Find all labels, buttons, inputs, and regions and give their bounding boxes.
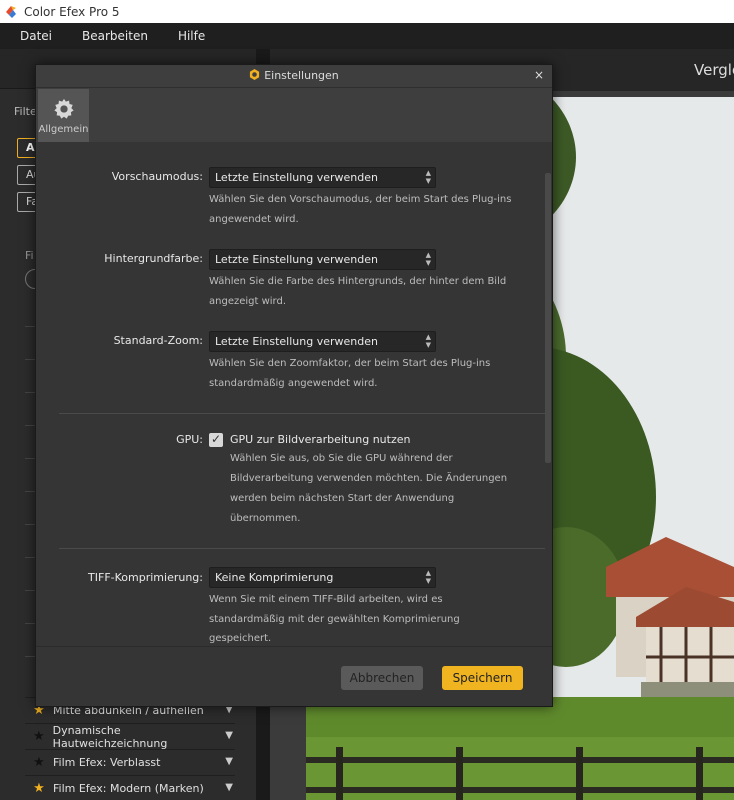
list-item[interactable]: ★ Film Efex: Verblasst ▼ <box>25 749 235 775</box>
select-arrows-icon: ▲ ▼ <box>425 251 431 267</box>
dialog-titlebar[interactable]: Einstellungen × <box>36 65 552 87</box>
app-logo-icon <box>6 5 16 18</box>
dialog-title: Einstellungen <box>36 69 552 82</box>
preview-mode-value: Letzte Einstellung verwenden <box>215 171 378 184</box>
default-zoom-value: Letzte Einstellung verwenden <box>215 335 378 348</box>
default-zoom-select[interactable]: Letzte Einstellung verwenden ▲ ▼ <box>209 331 436 352</box>
menu-hilfe[interactable]: Hilfe <box>178 29 205 43</box>
select-arrows-icon: ▲ ▼ <box>425 333 431 349</box>
filter-list: ★ Mitte abdunkeln / aufhellen ▼ ★ Dynami… <box>25 697 235 800</box>
gpu-description-line2: Bildverarbeitung verwenden möchten. Die … <box>230 473 508 484</box>
default-zoom-label: Standard-Zoom: <box>113 334 203 347</box>
dialog-title-text: Einstellungen <box>264 69 339 82</box>
chevron-down-icon[interactable]: ▼ <box>225 730 233 741</box>
filter-label: Filte <box>14 105 37 118</box>
menu-bearbeiten[interactable]: Bearbeiten <box>82 29 148 43</box>
divider <box>59 548 545 549</box>
tiff-description-line1: Wenn Sie mit einem TIFF-Bild arbeiten, w… <box>209 594 443 605</box>
star-icon[interactable]: ★ <box>31 755 47 770</box>
list-item[interactable]: ★ Film Efex: Modern (Marken) ▼ <box>25 775 235 800</box>
tiff-compression-select[interactable]: Keine Komprimierung ▲ ▼ <box>209 567 436 588</box>
tab-general[interactable]: Allgemein <box>38 89 89 142</box>
settings-content: Vorschaumodus: Letzte Einstellung verwen… <box>53 143 553 647</box>
window-title: Color Efex Pro 5 <box>24 4 120 19</box>
gpu-checkbox[interactable]: ✓ <box>209 432 223 447</box>
star-icon[interactable]: ★ <box>31 729 47 744</box>
gpu-description-line4: übernommen. <box>230 513 301 524</box>
preview-mode-select[interactable]: Letzte Einstellung verwenden ▲ ▼ <box>209 167 436 188</box>
os-titlebar: Color Efex Pro 5 <box>0 0 734 23</box>
preview-mode-description-line1: Wählen Sie den Vorschaumodus, der beim S… <box>209 194 512 205</box>
background-color-value: Letzte Einstellung verwenden <box>215 253 378 266</box>
default-zoom-description-line1: Wählen Sie den Zoomfaktor, der beim Star… <box>209 358 491 369</box>
compare-label[interactable]: Vergle <box>694 61 734 79</box>
select-arrows-icon: ▲ ▼ <box>425 169 431 185</box>
chevron-down-icon[interactable]: ▼ <box>225 756 233 767</box>
checkmark-icon: ✓ <box>211 432 222 446</box>
divider <box>59 413 545 414</box>
preview-mode-label: Vorschaumodus: <box>111 170 203 183</box>
cancel-button[interactable]: Abbrechen <box>341 666 423 690</box>
filter-list-label: Fi <box>25 249 34 262</box>
settings-dialog: Einstellungen × Allgemein Vorschaumodus:… <box>35 64 553 707</box>
filter-name: Film Efex: Modern (Marken) <box>53 782 204 795</box>
chevron-down-icon[interactable]: ▼ <box>225 782 233 793</box>
gpu-checkbox-label[interactable]: GPU zur Bildverarbeitung nutzen <box>230 433 411 446</box>
select-arrows-icon: ▲ ▼ <box>425 569 431 585</box>
background-color-description-line2: angezeigt wird. <box>209 296 287 307</box>
tiff-compression-label: TIFF-Komprimierung: <box>88 571 203 584</box>
gear-icon <box>53 98 74 119</box>
close-icon[interactable]: × <box>534 68 544 82</box>
tiff-description-line3: gespeichert. <box>209 633 272 644</box>
filter-name: Film Efex: Verblasst <box>53 756 161 769</box>
menubar: Datei Bearbeiten Hilfe <box>0 23 734 49</box>
gpu-label: GPU: <box>176 433 203 446</box>
tiff-description-line2: standardmäßig mit der gewählten Komprimi… <box>209 614 460 625</box>
gpu-description-line1: Wählen Sie aus, ob Sie die GPU während d… <box>230 453 453 464</box>
tiff-compression-value: Keine Komprimierung <box>215 571 334 584</box>
dialog-tabbar: Allgemein <box>36 87 552 142</box>
background-color-description-line1: Wählen Sie die Farbe des Hintergrunds, d… <box>209 276 507 287</box>
preview-mode-description-line2: angewendet wird. <box>209 214 299 225</box>
background-color-select[interactable]: Letzte Einstellung verwenden ▲ ▼ <box>209 249 436 270</box>
tab-general-label: Allgemein <box>38 124 89 135</box>
gpu-description-line3: werden beim nächsten Start der Anwendung <box>230 493 455 504</box>
save-button[interactable]: Speichern <box>442 666 523 690</box>
scrollbar-thumb[interactable] <box>545 173 551 463</box>
settings-scrollbar[interactable] <box>545 173 551 463</box>
star-icon[interactable]: ★ <box>31 781 47 796</box>
gear-icon <box>250 69 260 80</box>
menu-datei[interactable]: Datei <box>20 29 52 43</box>
default-zoom-description-line2: standardmäßig angewendet wird. <box>209 378 378 389</box>
filter-name: Dynamische Hautweichzeichnung <box>52 723 168 750</box>
list-item[interactable]: ★ Dynamische Hautweichzeichnung ▼ <box>25 723 235 750</box>
background-color-label: Hintergrundfarbe: <box>104 252 203 265</box>
dialog-footer: Abbrechen Speichern <box>36 646 552 706</box>
